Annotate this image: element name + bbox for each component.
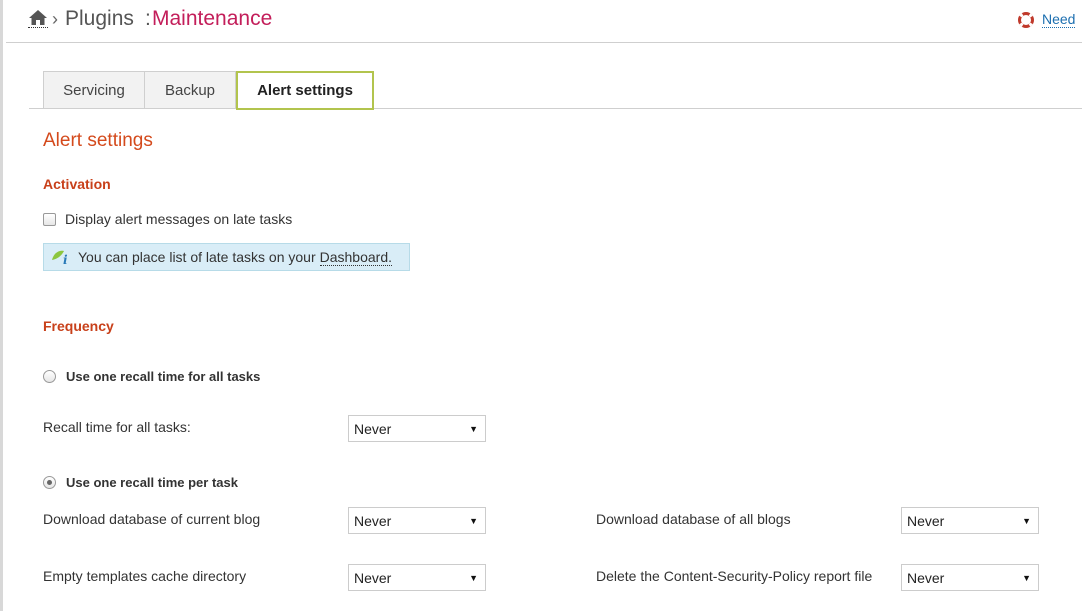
dropdown-arrow-icon: ▼ [1022,516,1031,526]
dropdown-arrow-icon: ▼ [1022,573,1031,583]
breadcrumb-separator: › [52,9,58,29]
per-task-option[interactable]: Use one recall time per task [43,475,238,490]
recall-all-value: Never [354,420,392,437]
task-select-csp-report[interactable]: Never ▼ [901,564,1039,591]
task-label-csp-report: Delete the Content-Security-Policy repor… [596,568,873,584]
activation-heading: Activation [43,176,111,192]
svg-text:i: i [63,253,68,266]
task-value-csp-report: Never [907,569,945,586]
tab-alert-settings[interactable]: Alert settings [236,71,374,110]
help-link[interactable]: Need [1018,11,1076,28]
task-label-current-blog: Download database of current blog [43,511,261,527]
dropdown-arrow-icon: ▼ [469,573,478,583]
one-recall-all-label[interactable]: Use one recall time for all tasks [66,369,260,384]
task-select-current-blog[interactable]: Never ▼ [348,507,486,534]
alert-messages-label[interactable]: Display alert messages on late tasks [65,211,292,227]
info-box: i You can place list of late tasks on yo… [43,243,410,271]
task-select-all-blogs[interactable]: Never ▼ [901,507,1039,534]
breadcrumb-plugins[interactable]: Plugins [65,7,134,31]
dropdown-arrow-icon: ▼ [469,516,478,526]
tab-servicing[interactable]: Servicing [43,71,145,109]
page-header: › Plugins : Maintenance Need [6,0,1082,43]
recall-all-label: Recall time for all tasks: [43,419,191,435]
one-recall-all-option[interactable]: Use one recall time for all tasks [43,369,260,384]
alert-messages-checkbox-row[interactable]: Display alert messages on late tasks [43,211,292,227]
one-recall-all-radio[interactable] [43,370,56,383]
info-text: You can place list of late tasks on your [78,249,316,265]
task-value-all-blogs: Never [907,512,945,529]
breadcrumb-colon: : [145,7,151,30]
tab-bar: Servicing Backup Alert settings [43,71,374,110]
help-label[interactable]: Need [1042,11,1076,28]
task-label-all-blogs: Download database of all blogs [596,511,791,527]
lifebuoy-icon [1018,11,1034,28]
page-title: Maintenance [152,7,273,30]
task-value-templates-cache: Never [354,569,392,586]
task-select-templates-cache[interactable]: Never ▼ [348,564,486,591]
task-label-templates-cache: Empty templates cache directory [43,568,247,584]
alert-messages-checkbox[interactable] [43,212,56,226]
frequency-heading: Frequency [43,318,114,334]
info-icon: i [50,248,72,267]
left-border [0,0,3,611]
tab-backup[interactable]: Backup [145,71,236,109]
home-icon[interactable] [28,9,48,28]
task-value-current-blog: Never [354,512,392,529]
per-task-label[interactable]: Use one recall time per task [66,475,238,490]
per-task-radio[interactable] [43,476,56,489]
dashboard-link[interactable]: Dashboard. [319,249,393,266]
section-title: Alert settings [43,130,153,151]
recall-all-select[interactable]: Never ▼ [348,415,486,442]
dropdown-arrow-icon: ▼ [469,424,478,434]
